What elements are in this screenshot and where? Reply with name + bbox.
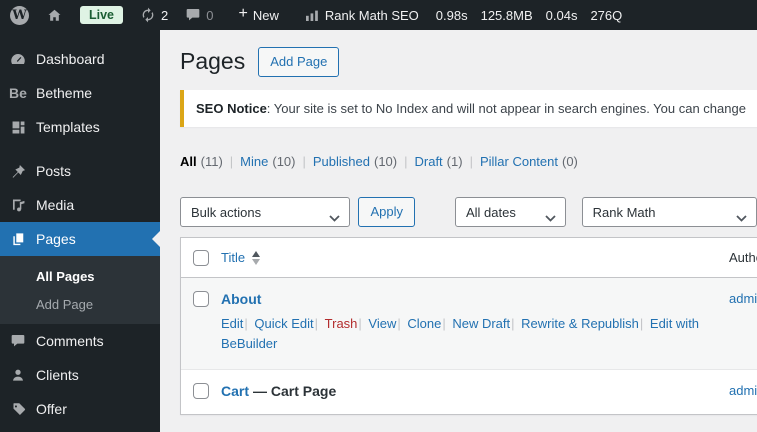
submenu-add-page[interactable]: Add Page (0, 290, 160, 318)
view-mine[interactable]: Mine(10) (223, 154, 295, 169)
chevron-down-icon (544, 210, 556, 225)
pushpin-icon (0, 163, 36, 180)
sidebar-label: Betheme (36, 85, 93, 101)
live-environment-badge[interactable]: Live (80, 6, 124, 24)
row-actions: EditQuick EditTrashViewCloneNew DraftRew… (221, 314, 719, 354)
seo-notice: SEO Notice: Your site is set to No Index… (180, 90, 757, 127)
plus-icon: + (238, 5, 248, 22)
rank-math-filter-select[interactable]: Rank Math (581, 197, 757, 228)
betheme-icon: Be (9, 85, 27, 101)
person-icon (0, 367, 36, 383)
date-filter-select[interactable]: All dates (455, 197, 566, 228)
comment-bubble-icon (185, 7, 201, 23)
seo-notice-message: : Your site is set to No Index and will … (266, 101, 746, 116)
author-link[interactable]: admin (729, 383, 757, 398)
submenu-all-pages[interactable]: All Pages (0, 262, 160, 290)
sidebar-item-comments[interactable]: Comments (0, 324, 160, 358)
list-toolbar: Bulk actions Apply All dates Rank Math (180, 197, 757, 228)
action-clone[interactable]: Clone (396, 316, 441, 331)
add-page-button[interactable]: Add Page (258, 46, 340, 78)
visit-site-button[interactable] (46, 7, 63, 24)
pages-submenu: All Pages Add Page (0, 256, 160, 324)
table-header-row: Title Author (181, 238, 757, 279)
admin-bar: W Live 2 0 + New Rank Math SEO 0.98s 125… (0, 0, 757, 30)
author-link[interactable]: admin (729, 291, 757, 306)
sidebar-label: Dashboard (36, 51, 105, 67)
table-row-about: About EditQuick EditTrashViewCloneNew Dr… (181, 278, 757, 371)
sidebar-label: Posts (36, 163, 72, 179)
new-content-menu[interactable]: + New (238, 5, 279, 23)
comments-count: 0 (206, 7, 214, 23)
rank-math-seo-menu[interactable]: Rank Math SEO (304, 7, 419, 23)
sidebar-label: Offer (36, 401, 67, 417)
view-draft[interactable]: Draft(1) (397, 154, 463, 169)
view-pillar-content[interactable]: Pillar Content(0) (463, 154, 578, 169)
apply-button[interactable]: Apply (358, 197, 415, 228)
sidebar-label: Templates (36, 119, 100, 135)
sidebar-label: Media (36, 197, 75, 213)
menu-separator (0, 144, 160, 154)
updates-menu[interactable]: 2 (140, 7, 168, 23)
pages-table: Title Author About EditQuick EditTrashVi… (180, 237, 757, 416)
sidebar-item-pages[interactable]: Pages (0, 222, 160, 256)
sidebar-item-betheme[interactable]: Be Betheme (0, 76, 160, 110)
pages-icon (0, 231, 36, 248)
view-filters: All(11) Mine(10) Published(10) Draft(1) … (180, 154, 757, 169)
chevron-down-icon (329, 210, 341, 225)
new-label: New (252, 7, 279, 23)
action-view[interactable]: View (357, 316, 396, 331)
row-checkbox[interactable] (193, 383, 209, 400)
sidebar-item-dashboard[interactable]: Dashboard (0, 42, 160, 76)
title-column-sort[interactable]: Title (221, 250, 261, 265)
templates-grid-icon (0, 119, 36, 136)
action-edit[interactable]: Edit (221, 316, 243, 331)
view-published[interactable]: Published(10) (295, 154, 397, 169)
wordpress-logo-icon: W (10, 5, 29, 25)
home-icon (46, 7, 63, 24)
comments-bubble-icon (0, 333, 36, 349)
admin-sidebar: Dashboard Be Betheme Templates Posts Med (0, 30, 160, 432)
wordpress-menu[interactable]: W (10, 5, 29, 25)
sidebar-item-media[interactable]: Media (0, 188, 160, 222)
seo-notice-title: SEO Notice (196, 101, 267, 116)
table-row-cart: Cart— Cart Page admin (181, 370, 757, 414)
rank-math-label: Rank Math SEO (324, 7, 419, 23)
dashboard-gauge-icon (0, 50, 36, 68)
tag-icon (0, 401, 36, 418)
main-content: Pages Add Page SEO Notice: Your site is … (160, 30, 757, 432)
chevron-down-icon (736, 210, 747, 225)
sidebar-item-posts[interactable]: Posts (0, 154, 160, 188)
page-generation-time: 0.98s (435, 7, 468, 23)
action-new-draft[interactable]: New Draft (441, 316, 510, 331)
action-rewrite-republish[interactable]: Rewrite & Republish (510, 316, 639, 331)
sidebar-label: Clients (36, 367, 79, 383)
db-query-time: 0.04s (545, 7, 578, 23)
action-quick-edit[interactable]: Quick Edit (243, 316, 313, 331)
page-state-label: — Cart Page (253, 383, 337, 400)
db-query-count: 276Q (590, 7, 623, 23)
sidebar-item-offer[interactable]: Offer (0, 392, 160, 426)
comments-menu[interactable]: 0 (185, 7, 213, 23)
updates-count: 2 (161, 7, 169, 23)
sidebar-item-clients[interactable]: Clients (0, 358, 160, 392)
memory-usage: 125.8MB (480, 7, 533, 23)
sidebar-label: Pages (36, 231, 76, 247)
row-checkbox[interactable] (193, 291, 209, 308)
bar-chart-icon (304, 7, 320, 23)
bulk-actions-select[interactable]: Bulk actions (180, 197, 351, 228)
media-icon (0, 197, 36, 214)
update-refresh-icon (140, 7, 156, 23)
action-trash[interactable]: Trash (314, 316, 358, 331)
page-title: Pages (180, 48, 246, 75)
page-title-link[interactable]: About (221, 291, 261, 307)
sidebar-item-templates[interactable]: Templates (0, 110, 160, 144)
query-monitor-stats[interactable]: 0.98s 125.8MB 0.04s 276Q (436, 8, 622, 23)
sidebar-label: Comments (36, 333, 104, 349)
page-title-link[interactable]: Cart (221, 383, 249, 399)
author-column-header: Author (729, 250, 757, 266)
select-all-checkbox[interactable] (193, 249, 209, 266)
sort-indicator-icon (252, 250, 261, 265)
view-all[interactable]: All (11) (180, 154, 223, 169)
